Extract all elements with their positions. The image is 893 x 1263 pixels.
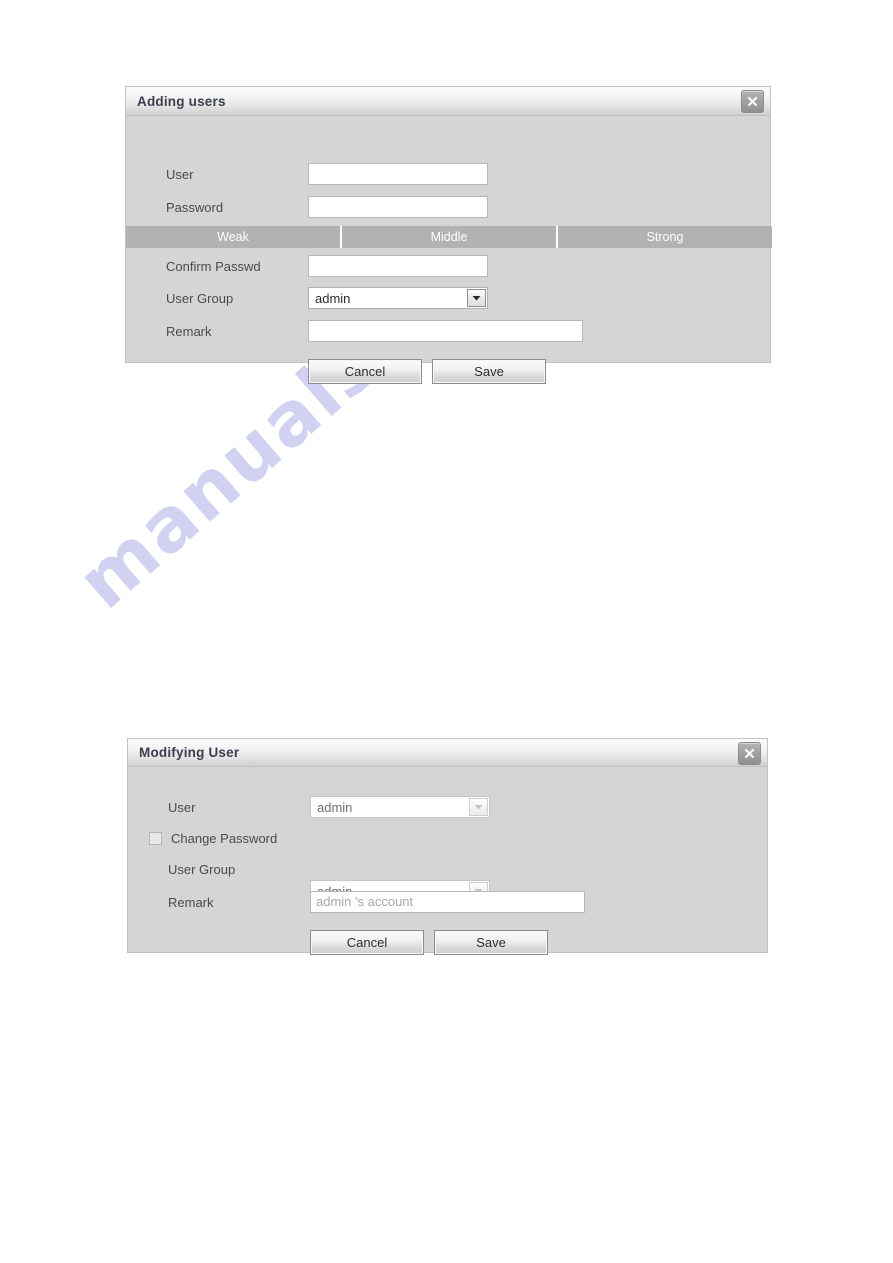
chevron-down-icon[interactable] [467,289,486,307]
confirm-password-input[interactable] [308,255,488,277]
user-label: User [166,167,194,182]
user-input[interactable] [308,163,488,185]
chevron-down-icon[interactable] [469,798,488,816]
close-icon[interactable] [738,742,761,765]
change-password-checkbox[interactable] [149,832,162,845]
dialog-body: User Password Weak Middle Strong Confirm… [126,116,772,384]
dialog-titlebar: Adding users [126,87,770,116]
user-select[interactable]: admin [310,796,490,818]
user-group-value: admin [315,290,351,306]
dialog-body: User admin Change Password User Group ad… [128,767,767,955]
password-input[interactable] [308,196,488,218]
strength-segment-strong[interactable]: Strong [558,226,772,248]
close-icon[interactable] [741,90,764,113]
dialog-title: Modifying User [139,745,240,760]
save-button[interactable]: Save [434,930,548,955]
adding-users-dialog: Adding users User Password Weak Middle S… [125,86,772,384]
confirm-password-label: Confirm Passwd [166,259,261,274]
strength-segment-weak[interactable]: Weak [126,226,342,248]
cancel-button[interactable]: Cancel [308,359,422,384]
dialog-title: Adding users [137,93,226,109]
cancel-button[interactable]: Cancel [310,930,424,955]
user-label: User [168,800,196,815]
change-password-label: Change Password [171,831,278,846]
password-strength-bar: Weak Middle Strong [126,226,772,248]
user-group-select[interactable]: admin [308,287,488,309]
remark-input[interactable] [308,320,583,342]
user-value: admin [317,799,353,815]
remark-input[interactable]: admin 's account [310,891,585,913]
user-group-label: User Group [168,862,236,877]
user-group-label: User Group [166,291,234,306]
remark-label: Remark [166,324,212,339]
password-label: Password [166,200,224,215]
remark-label: Remark [168,895,214,910]
strength-segment-middle[interactable]: Middle [342,226,558,248]
save-button[interactable]: Save [432,359,546,384]
modifying-user-dialog: Modifying User User admin Change Passwor… [127,738,768,955]
dialog-titlebar: Modifying User [128,739,767,767]
